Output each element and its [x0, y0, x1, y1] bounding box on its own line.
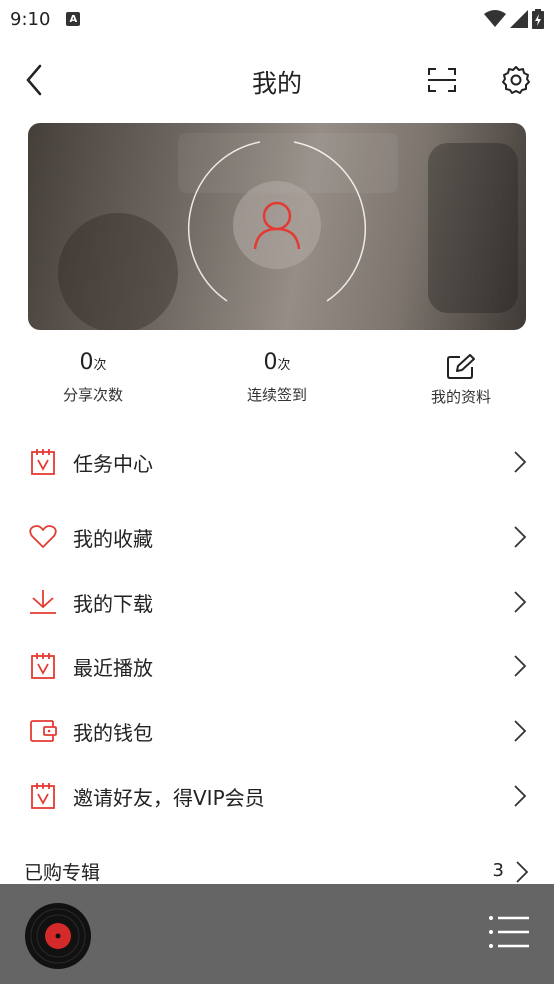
status-icons [484, 9, 544, 29]
scan-icon [428, 68, 456, 92]
notification-icon: A [66, 12, 81, 26]
checkin-unit: 次 [277, 358, 291, 373]
chevron-right-icon [514, 526, 527, 548]
chevron-right-icon [514, 785, 527, 807]
mini-player-bar [0, 884, 554, 984]
chevron-right-icon [514, 591, 527, 613]
calendar-icon [29, 448, 57, 476]
menu-item-task-center[interactable]: 任务中心 [0, 434, 554, 490]
menu-item-recent-plays[interactable]: 最近播放 [0, 638, 554, 694]
menu-item-invite-friends[interactable]: 邀请好友，得VIP会员 [0, 768, 554, 824]
chevron-right-icon [514, 451, 527, 473]
stats-row: 0次 分享次数 0次 连续签到 我的资料 [0, 348, 554, 412]
menu-item-label: 最近播放 [73, 655, 153, 680]
calendar-icon [29, 782, 57, 810]
chevron-right-icon [514, 655, 527, 677]
signal-icon [510, 10, 528, 28]
wallet-icon [29, 717, 57, 745]
purchased-albums-label: 已购专辑 [24, 862, 101, 884]
share-count-label: 分享次数 [62, 386, 123, 404]
battery-icon [532, 9, 544, 29]
playlist-icon[interactable] [488, 914, 530, 950]
menu-item-wallet[interactable]: 我的钱包 [0, 703, 554, 759]
settings-button[interactable] [496, 60, 536, 100]
menu-item-label: 我的钱包 [73, 720, 153, 745]
my-profile-label: 我的资料 [430, 388, 491, 406]
chevron-right-icon [514, 720, 527, 742]
scan-button[interactable] [422, 60, 462, 100]
banner-decoration [58, 213, 178, 330]
banner-decoration [428, 143, 518, 313]
status-bar: 9:10 A [0, 0, 554, 38]
my-profile-button[interactable]: 我的资料 [386, 348, 536, 407]
heart-icon [29, 523, 57, 551]
gear-icon [502, 66, 530, 94]
calendar-icon [29, 652, 57, 680]
wifi-icon [484, 10, 506, 27]
checkin-label: 连续签到 [246, 386, 307, 404]
download-icon [29, 588, 57, 616]
menu-item-favorites[interactable]: 我的收藏 [0, 509, 554, 565]
user-icon [253, 201, 301, 250]
menu-item-label: 邀请好友，得VIP会员 [73, 785, 265, 810]
menu-item-label: 任务中心 [73, 451, 153, 476]
chevron-right-icon [516, 861, 529, 883]
checkin-stat[interactable]: 0次 连续签到 [202, 348, 352, 405]
share-count-unit: 次 [93, 358, 107, 373]
menu-item-label: 我的下载 [73, 591, 153, 616]
status-time: 9:10 [10, 8, 51, 30]
page-title: 我的 [251, 69, 302, 98]
purchased-albums-count: 3 [492, 860, 504, 881]
menu-item-downloads[interactable]: 我的下载 [0, 574, 554, 630]
share-count-value: 0 [79, 350, 94, 375]
share-count-stat[interactable]: 0次 分享次数 [18, 348, 168, 405]
edit-icon [447, 354, 475, 379]
checkin-value: 0 [263, 350, 278, 375]
header: 我的 [0, 52, 554, 108]
avatar[interactable] [233, 181, 321, 269]
vinyl-disc-icon[interactable] [24, 902, 92, 970]
profile-banner [28, 123, 526, 330]
menu-item-label: 我的收藏 [73, 526, 153, 551]
